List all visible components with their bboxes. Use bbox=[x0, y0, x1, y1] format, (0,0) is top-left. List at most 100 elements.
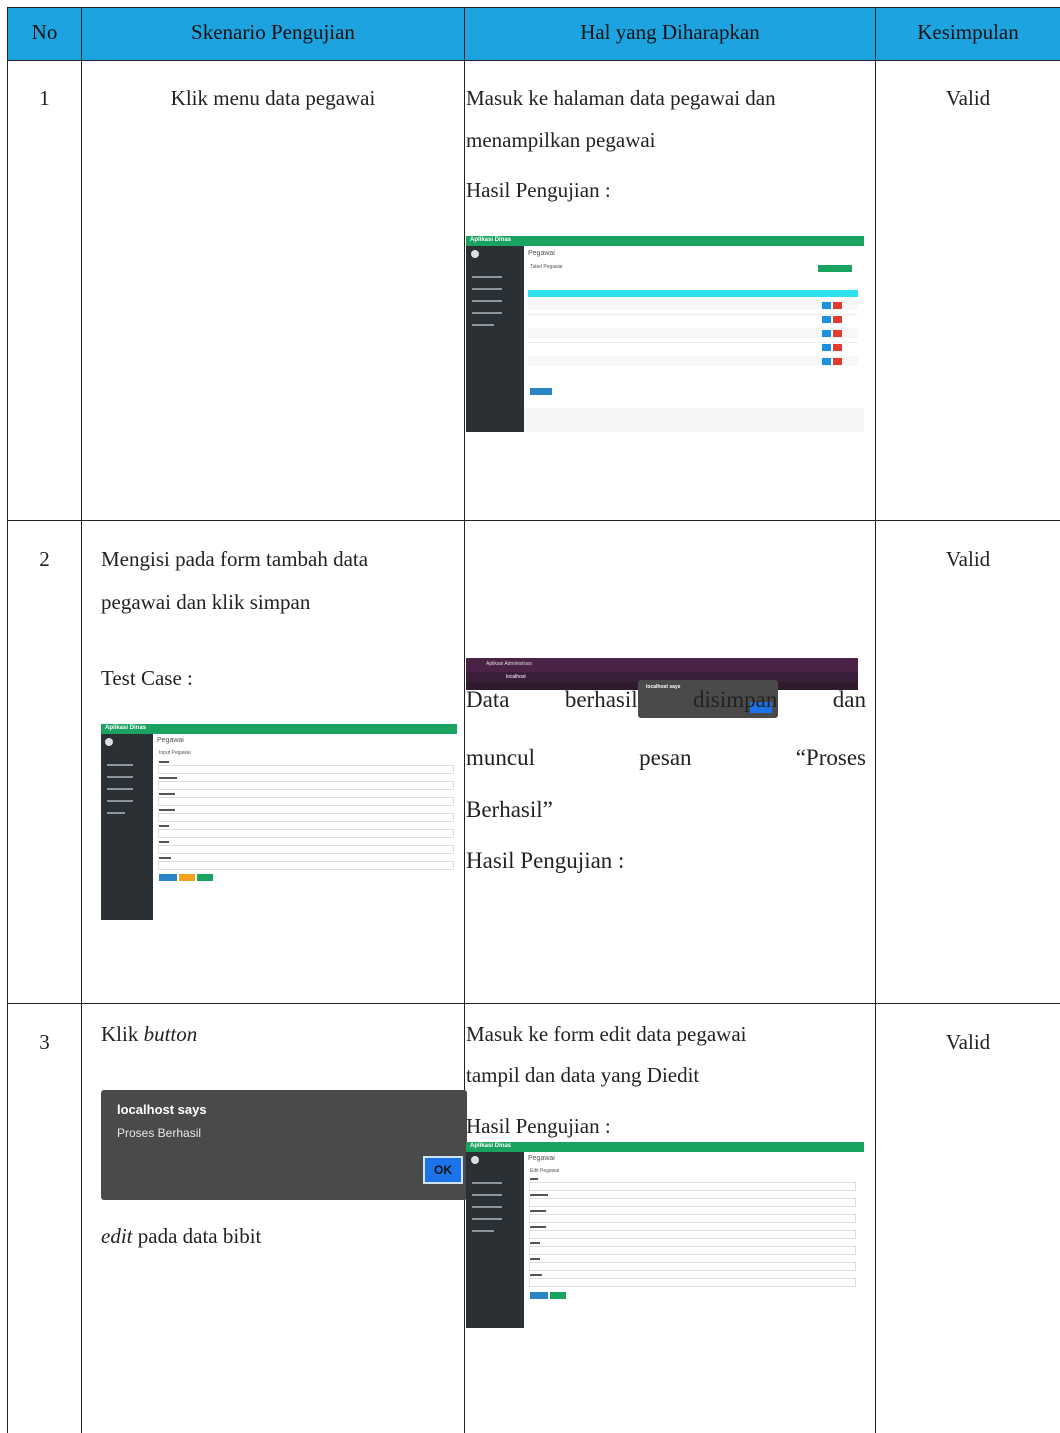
delete-button bbox=[833, 358, 842, 365]
field-label bbox=[159, 809, 175, 811]
row3-scenario2-rest: pada data bibit bbox=[132, 1224, 262, 1248]
sidebar-item bbox=[472, 1206, 502, 1208]
header-conclusion: Kesimpulan bbox=[917, 20, 1019, 44]
form-field bbox=[158, 781, 454, 790]
footer-bar bbox=[524, 408, 864, 432]
header-scenario: Skenario Pengujian bbox=[191, 20, 355, 44]
field-label bbox=[159, 761, 169, 763]
sidebar-avatar bbox=[471, 250, 479, 258]
grid-line-row2-bottom bbox=[7, 1003, 1060, 1004]
row2-expected-line1-text: Data berhasil disimpan dan bbox=[466, 687, 866, 712]
alert-message: Proses Berhasil bbox=[117, 1126, 202, 1140]
sidebar-item bbox=[107, 788, 133, 790]
field-label bbox=[530, 1242, 540, 1244]
form-field bbox=[529, 1278, 856, 1287]
field-label bbox=[159, 825, 169, 827]
row3-expected-line1: Masuk ke form edit data pegawai bbox=[466, 1022, 747, 1046]
delete-button bbox=[833, 330, 842, 337]
ok-button: OK bbox=[423, 1156, 463, 1184]
app-brand: Aplikasi Dinas bbox=[470, 237, 512, 243]
card-title: Tabel Pegawai bbox=[530, 264, 563, 270]
form-field bbox=[158, 861, 454, 870]
field-label bbox=[530, 1210, 546, 1212]
field-label bbox=[530, 1258, 540, 1260]
row3-result-label: Hasil Pengujian : bbox=[466, 1114, 611, 1138]
sidebar-item bbox=[472, 300, 502, 302]
table-head bbox=[528, 290, 858, 297]
sidebar-item bbox=[472, 276, 502, 278]
form-field bbox=[158, 765, 454, 774]
page-title: Pegawai bbox=[528, 250, 555, 257]
row3-conclusion: Valid bbox=[945, 1030, 991, 1054]
app-brand: Aplikasi Dinas bbox=[470, 1143, 512, 1149]
field-label bbox=[530, 1178, 538, 1180]
form-field bbox=[529, 1214, 856, 1223]
print-button bbox=[530, 388, 552, 395]
table-row bbox=[528, 328, 858, 338]
edit-button bbox=[822, 358, 831, 365]
table-row bbox=[528, 342, 858, 353]
sidebar-item bbox=[472, 1182, 502, 1184]
app-topbar bbox=[101, 724, 457, 734]
row3-scenario-line2: edit pada data bibit bbox=[101, 1216, 461, 1256]
app-sidebar bbox=[466, 246, 524, 432]
browser-tab: Aplikasi Administrasi bbox=[486, 661, 532, 667]
row3-scenario2-italic: edit bbox=[101, 1224, 133, 1248]
row1-expected-line1: Masuk ke halaman data pegawai dan bbox=[466, 86, 776, 110]
row1-conclusion: Valid bbox=[945, 86, 991, 110]
form-field bbox=[529, 1246, 856, 1255]
row2-conclusion: Valid bbox=[945, 547, 991, 571]
row2-expected-line1: Data berhasil disimpan dan bbox=[466, 680, 866, 720]
row2-no: 2 bbox=[39, 547, 50, 571]
sidebar-item bbox=[107, 812, 125, 814]
form-field bbox=[158, 829, 454, 838]
row2-screenshot-input-form: Aplikasi Dinas Pegawai Input Pegawai bbox=[101, 724, 457, 920]
table-row bbox=[528, 300, 858, 310]
field-label bbox=[530, 1274, 542, 1276]
form-field bbox=[158, 797, 454, 806]
sidebar-item bbox=[472, 1230, 494, 1232]
row3-screenshot-edit-form: Aplikasi Dinas Pegawai Edit Pegawai bbox=[466, 1142, 864, 1328]
field-label bbox=[159, 777, 177, 779]
row1-no: 1 bbox=[39, 86, 50, 110]
update-button bbox=[530, 1292, 548, 1299]
edit-button bbox=[822, 330, 831, 337]
grid-line-col2 bbox=[464, 7, 465, 1433]
row3-alert-dialog: localhost says Proses Berhasil OK bbox=[101, 1090, 467, 1200]
page-title: Pegawai bbox=[157, 737, 184, 744]
header-expected: Hal yang Diharapkan bbox=[580, 20, 760, 44]
field-label bbox=[530, 1226, 546, 1228]
sidebar-item bbox=[472, 288, 502, 290]
add-button bbox=[818, 265, 852, 272]
card-title: Edit Pegawai bbox=[530, 1168, 560, 1174]
field-label bbox=[159, 841, 169, 843]
header-no: No bbox=[31, 20, 58, 44]
field-label bbox=[530, 1194, 548, 1196]
row3-scenario-line1: Klik button bbox=[101, 1014, 461, 1054]
app-brand: Aplikasi Dinas bbox=[105, 725, 147, 731]
form-field bbox=[529, 1182, 856, 1191]
back-button bbox=[550, 1292, 566, 1299]
sidebar-item bbox=[472, 1194, 502, 1196]
row1-screenshot-employee-list: Aplikasi Dinas Pegawai Tabel Pegawai bbox=[466, 236, 864, 432]
form-field bbox=[158, 813, 454, 822]
delete-button bbox=[833, 344, 842, 351]
edit-button bbox=[822, 344, 831, 351]
sidebar-item bbox=[107, 764, 133, 766]
row3-expected-line2: tampil dan data yang Diedit bbox=[466, 1063, 700, 1087]
field-label bbox=[159, 793, 175, 795]
delete-button bbox=[833, 302, 842, 309]
sidebar-item bbox=[472, 1218, 502, 1220]
reset-button bbox=[179, 874, 195, 881]
grid-line-top bbox=[7, 7, 1060, 8]
form-field bbox=[529, 1198, 856, 1207]
save-button bbox=[159, 874, 177, 881]
table-row bbox=[528, 356, 858, 366]
delete-button bbox=[833, 316, 842, 323]
page-title: Pegawai bbox=[528, 1155, 555, 1162]
row1-expected-line2: menampilkan pegawai bbox=[466, 128, 656, 152]
row1-scenario: Klik menu data pegawai bbox=[170, 86, 376, 110]
card-title: Input Pegawai bbox=[159, 750, 191, 756]
form-field bbox=[529, 1262, 856, 1271]
field-label bbox=[159, 857, 171, 859]
